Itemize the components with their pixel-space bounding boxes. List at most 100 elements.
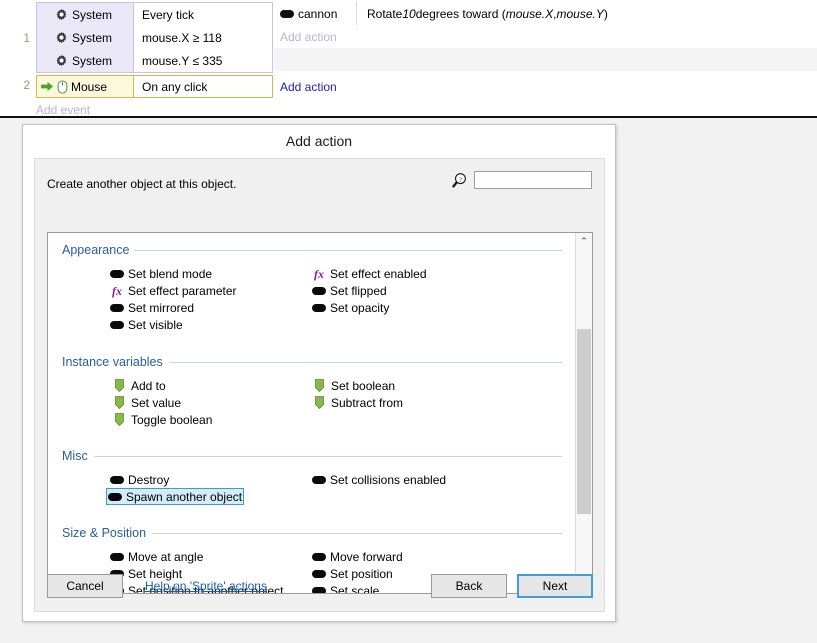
action-item[interactable]: Set opacity xyxy=(310,299,391,316)
action-text[interactable]: Rotate 10 degrees toward (mouse.X, mouse… xyxy=(356,2,817,25)
condition-row[interactable]: System Every tick xyxy=(37,3,272,26)
action-item-label: Subtract from xyxy=(331,395,404,410)
action-item[interactable]: fx Set effect parameter xyxy=(108,282,239,299)
condition-text[interactable]: Every tick xyxy=(133,3,272,26)
condition-object[interactable]: System xyxy=(37,49,133,72)
category-header: Size & Position xyxy=(62,526,562,540)
condition-object[interactable]: Mouse xyxy=(37,76,133,97)
dialog-title: Add action xyxy=(23,125,615,158)
sprite-icon xyxy=(110,475,124,484)
add-action-dialog: Add action Create another object at this… xyxy=(22,124,616,622)
condition-text[interactable]: mouse.Y ≤ 335 xyxy=(133,49,272,72)
search-help-icon[interactable]: ? xyxy=(451,172,468,189)
sprite-icon xyxy=(110,303,124,312)
scrollbar-thumb[interactable] xyxy=(577,329,591,514)
add-action-link[interactable]: Add action xyxy=(274,80,337,94)
sprite-icon xyxy=(110,320,124,329)
category-header: Misc xyxy=(62,449,562,463)
action-item-label: Toggle boolean xyxy=(131,412,213,427)
condition-row[interactable]: System mouse.X ≥ 118 xyxy=(37,26,272,49)
list-scrollbar[interactable]: ⌃ ⌄ xyxy=(575,233,592,593)
variable-icon xyxy=(115,396,124,409)
category-items: Add to Set value Toggle boolean Set bool… xyxy=(48,373,576,435)
category-divider xyxy=(168,361,562,363)
sprite-icon xyxy=(312,552,326,561)
event-1-conditions[interactable]: System Every tick System mouse.X ≥ 118 S… xyxy=(36,2,273,73)
category-divider xyxy=(93,455,562,457)
category-divider xyxy=(135,249,562,251)
category-items: Destroy Spawn another object Set collisi… xyxy=(48,467,576,512)
dialog-body: Create another object at this object. ? … xyxy=(34,158,605,612)
action-object[interactable]: cannon xyxy=(274,2,356,25)
condition-object[interactable]: System xyxy=(37,26,133,49)
condition-row[interactable]: System mouse.Y ≤ 335 xyxy=(37,49,272,72)
condition-object-name: System xyxy=(72,7,113,22)
category-label: Appearance xyxy=(62,243,130,257)
action-item-label: Move at angle xyxy=(128,549,204,564)
action-item[interactable]: Subtract from xyxy=(310,394,405,411)
action-item-label: Spawn another object xyxy=(126,489,243,504)
condition-text[interactable]: mouse.X ≥ 118 xyxy=(133,26,272,49)
sprite-icon xyxy=(108,492,122,501)
event-sheet: 1 System Every tick System mouse.X ≥ 118 xyxy=(0,0,817,118)
condition-object-name: System xyxy=(72,30,113,45)
sprite-icon xyxy=(312,286,326,295)
category-header: Instance variables xyxy=(62,355,562,369)
action-item[interactable]: Set flipped xyxy=(310,282,389,299)
action-item[interactable]: Set collisions enabled xyxy=(310,471,448,488)
action-item-label: Move forward xyxy=(330,549,403,564)
category-header: Appearance xyxy=(62,243,562,257)
condition-text[interactable]: On any click xyxy=(133,76,272,97)
variable-icon xyxy=(115,379,124,392)
action-row[interactable]: cannon Rotate 10 degrees toward (mouse.X… xyxy=(274,2,817,25)
action-item[interactable]: Add to xyxy=(110,377,168,394)
help-link[interactable]: Help on 'Sprite' actions xyxy=(145,579,267,593)
add-action-row[interactable]: Add action xyxy=(274,75,817,98)
action-item-label: Set flipped xyxy=(330,283,387,298)
variable-icon xyxy=(315,396,324,409)
action-item[interactable]: Move forward xyxy=(310,548,405,565)
action-item[interactable]: fx Set effect enabled xyxy=(310,265,429,282)
fx-icon: fx xyxy=(112,283,122,298)
next-button[interactable]: Next xyxy=(517,574,593,598)
action-list[interactable]: Appearance Set blend mode fx Set effect p… xyxy=(47,232,593,594)
action-item-label: Set value xyxy=(131,395,182,410)
cancel-button[interactable]: Cancel xyxy=(47,574,123,598)
sprite-icon xyxy=(312,475,326,484)
add-event-link[interactable]: Add event xyxy=(36,103,90,117)
action-item[interactable]: Set value xyxy=(110,394,183,411)
action-item-label: Set boolean xyxy=(331,378,396,393)
arrow-right-icon xyxy=(41,81,53,92)
back-button[interactable]: Back xyxy=(431,574,507,598)
category-divider xyxy=(152,532,562,534)
search-input[interactable] xyxy=(474,171,592,189)
action-item[interactable]: Set blend mode xyxy=(108,265,214,282)
action-item-selected[interactable]: Spawn another object xyxy=(106,488,245,505)
event-2-conditions[interactable]: Mouse On any click xyxy=(36,75,273,98)
variable-icon xyxy=(115,413,124,426)
condition-object-name: System xyxy=(72,53,113,68)
action-item-label: Set opacity xyxy=(330,300,390,315)
action-item[interactable]: Toggle boolean xyxy=(110,411,214,428)
variable-icon xyxy=(315,379,324,392)
action-item-label: Add to xyxy=(131,378,166,393)
action-item[interactable]: Set mirrored xyxy=(108,299,196,316)
category-label: Instance variables xyxy=(62,355,163,369)
action-item[interactable]: Destroy xyxy=(108,471,171,488)
fx-icon: fx xyxy=(314,266,324,281)
action-item[interactable]: Move at angle xyxy=(108,548,205,565)
action-item[interactable]: Set visible xyxy=(108,316,185,333)
scroll-up-button[interactable]: ⌃ xyxy=(576,233,592,250)
action-list-content: Appearance Set blend mode fx Set effect p… xyxy=(48,233,576,593)
condition-object-name: Mouse xyxy=(71,79,108,94)
condition-object[interactable]: System xyxy=(37,3,133,26)
action-item[interactable]: Set boolean xyxy=(310,377,397,394)
add-action-row[interactable]: Add action xyxy=(274,25,817,48)
add-action-link[interactable]: Add action xyxy=(274,30,337,44)
category-label: Misc xyxy=(62,449,88,463)
action-filler-row xyxy=(274,48,817,71)
category-label: Size & Position xyxy=(62,526,147,540)
svg-text:?: ? xyxy=(459,176,462,183)
event-number: 2 xyxy=(23,78,30,92)
event-2-actions: Add action xyxy=(274,75,817,98)
